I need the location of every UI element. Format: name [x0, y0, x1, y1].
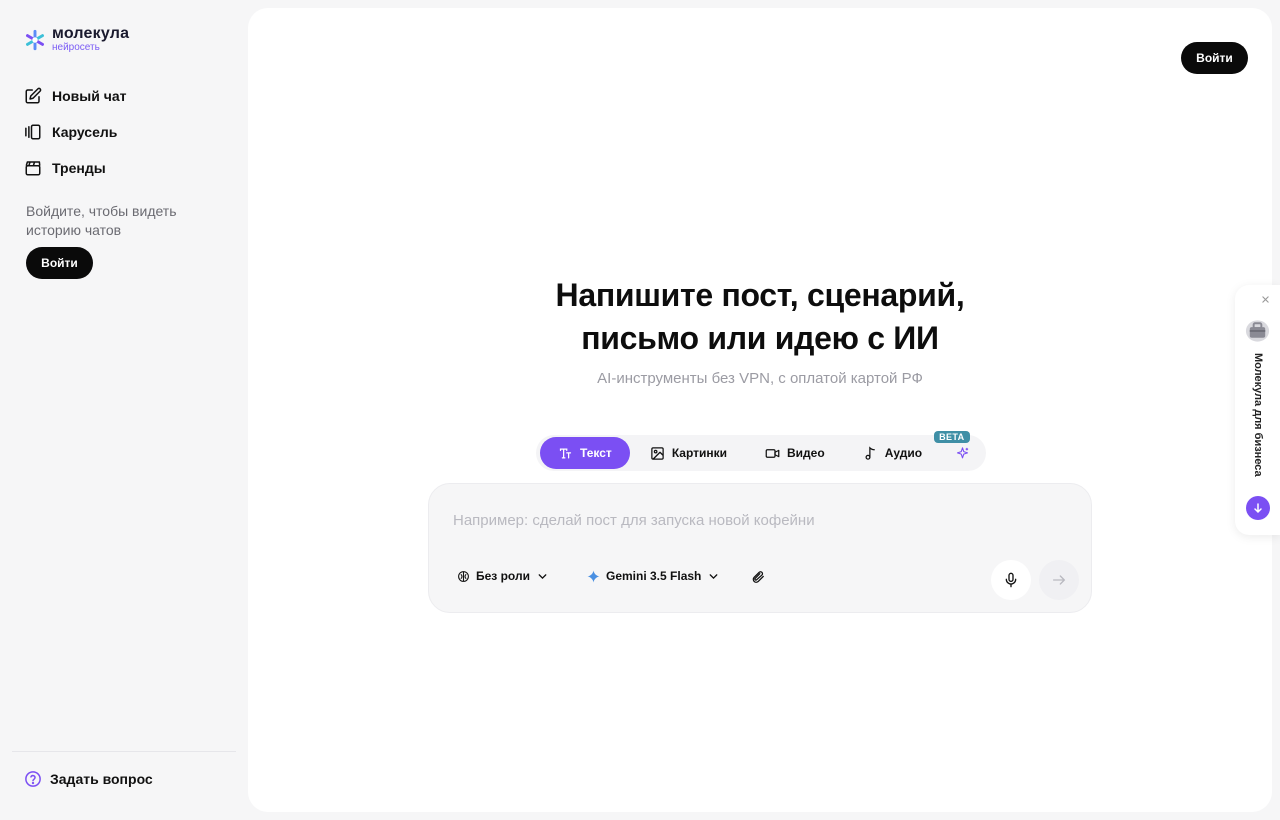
prompt-composer: Без роли Gemini 3.5 Flash — [428, 483, 1092, 613]
tab-label: Картинки — [671, 446, 728, 460]
ask-question-label: Задать вопрос — [50, 771, 153, 787]
sidebar-item-trends[interactable]: Тренды — [24, 150, 127, 186]
sidebar-item-label: Карусель — [52, 124, 118, 140]
close-icon — [1261, 295, 1269, 303]
role-selector[interactable]: Без роли — [457, 569, 549, 583]
role-icon — [458, 570, 469, 582]
widget-label: Молекула для бизнеса — [1252, 353, 1264, 477]
carousel-icon — [25, 124, 41, 140]
help-circle-icon — [25, 771, 41, 787]
microphone-button[interactable] — [991, 560, 1031, 600]
sidebar-item-carousel[interactable]: Карусель — [24, 114, 127, 150]
sparkles-icon — [956, 446, 968, 458]
sidebar-item-new-chat[interactable]: Новый чат — [24, 78, 127, 114]
arrow-right-icon — [1053, 575, 1066, 585]
send-button[interactable] — [1039, 560, 1079, 600]
brand-name: молекула — [52, 25, 130, 42]
paperclip-icon[interactable] — [751, 570, 765, 584]
hero-title-line-1: Напишите пост, сценарий, — [555, 277, 965, 313]
widget-arrow-button[interactable] — [1246, 496, 1270, 520]
hero-title-line-2: письмо или идею с ИИ — [581, 320, 939, 356]
hero-title: Напишите пост, сценарий, письмо или идею… — [248, 274, 1272, 360]
widget-close-button[interactable] — [1257, 291, 1273, 307]
header-login-button[interactable]: Войти — [1181, 42, 1248, 74]
business-widget[interactable]: Молекула для бизнеса — [1235, 285, 1280, 535]
text-icon — [559, 448, 572, 458]
hero-subtitle: AI-инструменты без VPN, с оплатой картой… — [597, 370, 923, 387]
microphone-icon — [1005, 572, 1017, 588]
sidebar-item-label: Новый чат — [52, 88, 127, 104]
chevron-down-icon — [709, 573, 718, 579]
model-label: Gemini 3.5 Flash — [606, 569, 702, 583]
ask-question-link[interactable]: Задать вопрос — [24, 770, 153, 788]
sidebar: молекула нейросеть Новый чат Карусель Тр… — [0, 0, 248, 820]
clapperboard-icon — [25, 161, 41, 176]
tab-text[interactable]: Текст — [540, 437, 630, 469]
prompt-input[interactable] — [453, 512, 1053, 529]
tab-audio[interactable]: Аудио — [845, 437, 940, 469]
tab-video[interactable]: Видео — [747, 437, 843, 469]
tab-label: Видео — [787, 446, 825, 460]
chevron-down-icon — [538, 573, 547, 579]
beta-badge: BETA — [934, 431, 970, 443]
edit-icon — [25, 87, 42, 104]
role-label: Без роли — [476, 569, 530, 583]
tab-magic-beta[interactable]: BETA — [934, 431, 982, 469]
main-panel: Войти Напишите пост, сценарий, письмо ил… — [248, 8, 1272, 812]
video-icon — [765, 448, 780, 458]
tab-label: Аудио — [884, 446, 923, 460]
login-hint: Войдите, чтобы видеть историю чатов — [26, 203, 177, 238]
mode-tabs: Текст Картинки Видео Аудио BETA — [536, 431, 987, 471]
sidebar-login-button[interactable]: Войти — [26, 247, 93, 279]
hero: Напишите пост, сценарий, письмо или идею… — [248, 274, 1272, 387]
logo[interactable]: молекула нейросеть — [24, 26, 129, 53]
briefcase-illustration-icon — [1245, 320, 1270, 342]
model-selector[interactable]: Gemini 3.5 Flash — [587, 569, 720, 583]
molecule-logo-icon — [26, 29, 44, 50]
sidebar-item-label: Тренды — [52, 160, 106, 176]
brand-subtitle: нейросеть — [52, 42, 100, 53]
arrow-down-icon — [1254, 503, 1262, 514]
sidebar-nav: Новый чат Карусель Тренды — [24, 78, 127, 186]
sidebar-divider — [12, 751, 236, 752]
tab-label: Текст — [580, 446, 612, 460]
image-icon — [651, 446, 664, 460]
tab-images[interactable]: Картинки — [632, 437, 745, 469]
music-note-icon — [865, 445, 875, 460]
gemini-icon — [587, 570, 600, 582]
